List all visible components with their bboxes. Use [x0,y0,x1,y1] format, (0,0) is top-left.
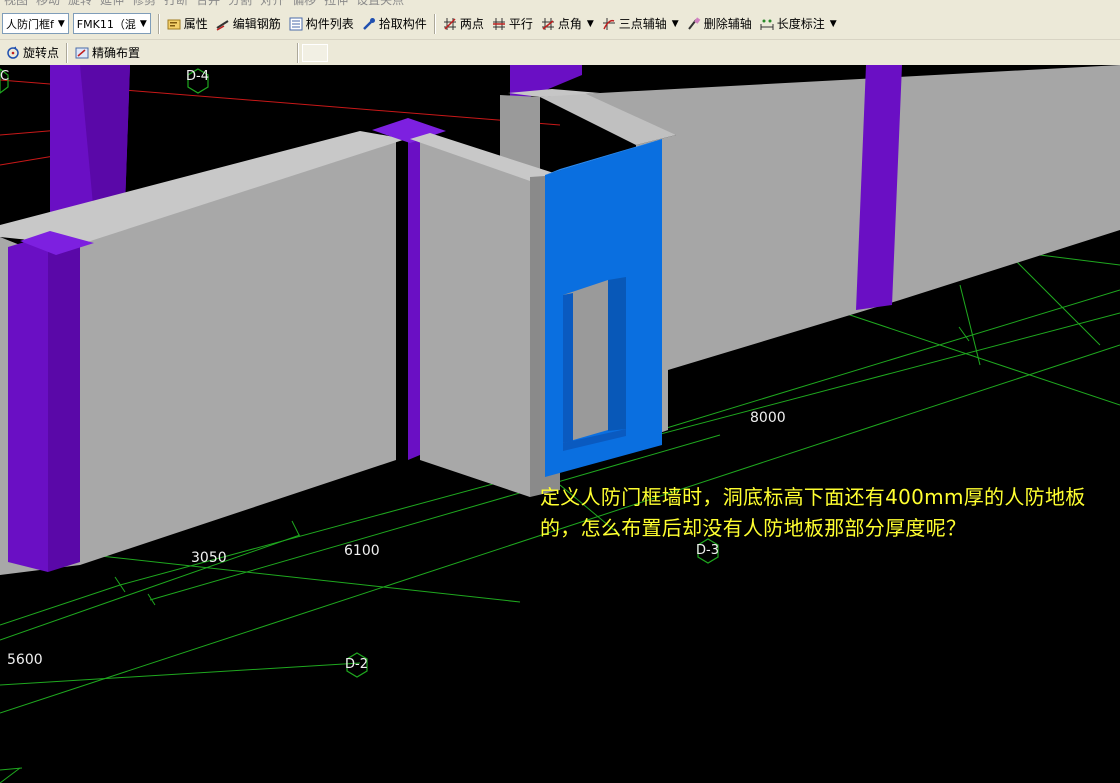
precise-layout-button[interactable]: 精确布置 [71,42,144,64]
top-toolbar-partial: 视图 移动 旋转 延伸 修剪 打断 合并 分割 对齐 偏移 拉伸 设置夹点 [0,0,1120,8]
two-points-button[interactable]: 两点 [439,13,488,35]
component-select[interactable]: FMK11（混 ▼ [72,13,151,34]
axis-label-d3: D-3 [696,543,719,558]
dimension-8000: 8000 [750,410,786,426]
rotate-point-icon [7,46,19,59]
component-toolbar: 人防门框f ▼ FMK11（混 ▼ 属性 编辑钢筋 构件列表 拾取构件 两点 平… [0,8,1120,40]
merge-button[interactable]: 合并 [192,0,224,8]
dimension-5600: 5600 [7,652,43,668]
rotate-button[interactable]: 旋转 [64,0,96,8]
set-grip-button[interactable]: 设置夹点 [352,0,408,8]
grid-line [0,767,21,783]
length-dimension-button[interactable]: 长度标注 ▼ [756,13,841,35]
split-button[interactable]: 分割 [224,0,256,8]
precise-layout-icon [75,47,89,58]
extend-button[interactable]: 延伸 [96,0,128,8]
layout-toolbar: 旋转点 精确布置 [0,40,1120,65]
dim-tick [147,593,156,606]
axis-label-c: C [0,69,10,84]
pick-component-button[interactable]: 拾取构件 [358,13,431,35]
component-select-value: FMK11（混 [76,17,136,31]
properties-icon [167,19,181,29]
separator [433,13,436,34]
point-angle-button[interactable]: 点角 ▼ [537,13,598,35]
properties-label: 属性 [183,17,208,31]
chevron-down-icon: ▼ [57,18,65,29]
toolbar-blank-slot [302,43,329,62]
list-icon [289,17,303,30]
door-opening-side [608,277,626,431]
dim-tick [291,520,300,536]
edit-rebar-icon [216,19,229,31]
parallel-axis-icon [492,17,505,30]
separator [157,13,160,34]
chevron-down-icon: ▼ [139,18,147,29]
move-button[interactable]: 移动 [32,0,64,8]
edit-rebar-label: 编辑钢筋 [232,17,281,31]
dimension-icon [760,19,774,30]
stretch-button[interactable]: 拉伸 [320,0,352,8]
column-thin-mid [408,137,420,460]
dimension-3050: 3050 [191,550,227,566]
dimension-6100: 6100 [344,543,380,559]
parallel-button[interactable]: 平行 [488,13,537,35]
three-point-axis-button[interactable]: 三点辅轴 ▼ [598,13,683,35]
rotate-point-button[interactable]: 旋转点 [2,42,63,64]
delete-axis-button[interactable]: 删除辅轴 [683,13,756,35]
component-list-button[interactable]: 构件列表 [285,13,358,35]
point-angle-icon [541,17,554,30]
eyedropper-icon [362,17,375,30]
rotate-point-label: 旋转点 [23,46,60,60]
align-button[interactable]: 对齐 [256,0,288,8]
offset-button[interactable]: 偏移 [288,0,320,8]
grid-line [0,662,361,686]
two-points-axis-icon [443,17,456,30]
properties-button[interactable]: 属性 [163,13,212,35]
chevron-down-icon[interactable]: ▼ [830,19,837,29]
length-dimension-label: 长度标注 [776,17,825,31]
model-canvas [0,65,1120,783]
parallel-label: 平行 [508,17,533,31]
point-angle-label: 点角 [557,17,582,31]
break-button[interactable]: 打断 [160,0,192,8]
3d-viewport[interactable]: C D-4 D-3 D-2 8000 3050 6100 5600 定义人防门框… [0,65,1120,783]
edit-rebar-button[interactable]: 编辑钢筋 [212,13,285,35]
chevron-down-icon[interactable]: ▼ [672,19,679,29]
two-points-label: 两点 [459,17,484,31]
precise-layout-label: 精确布置 [92,46,141,60]
three-point-axis-label: 三点辅轴 [618,17,667,31]
layer-select[interactable]: 人防门框f ▼ [2,13,69,34]
separator [66,42,69,63]
pick-component-label: 拾取构件 [378,17,427,31]
axis-label-d4: D-4 [186,69,209,84]
wall-middle [420,139,530,497]
axis-label-d2: D-2 [345,657,368,672]
eraser-icon [687,16,701,30]
question-note: 定义人防门框墙时，洞底标高下面还有400mm厚的人防地板的，怎么布置后却没有人防… [540,485,1086,540]
door-opening-jamb [563,293,573,443]
component-list-label: 构件列表 [305,17,354,31]
chevron-down-icon[interactable]: ▼ [587,19,594,29]
view-button[interactable]: 视图 [0,0,32,8]
column-front-side [48,235,80,572]
trim-button[interactable]: 修剪 [128,0,160,8]
three-point-axis-icon [602,17,615,30]
delete-axis-label: 删除辅轴 [703,17,752,31]
column-front [8,235,48,572]
separator [297,42,300,63]
layer-select-value: 人防门框f [6,17,54,31]
